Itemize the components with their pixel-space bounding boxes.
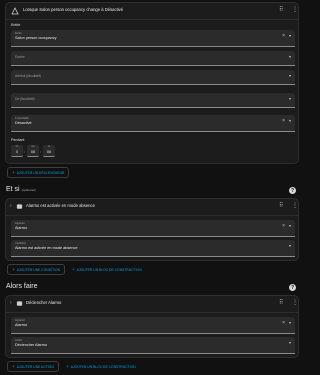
more-options-icon[interactable]: ⋮ xyxy=(292,299,298,307)
entity-select[interactable]: Entité Salon person occupancy × ▾ xyxy=(11,30,295,47)
trigger-card-divider xyxy=(6,19,298,20)
dropdown-arrow-icon[interactable]: ▾ xyxy=(289,243,291,248)
device-condition-icon xyxy=(15,202,24,211)
plus-icon: + xyxy=(66,364,69,369)
clear-icon[interactable]: × xyxy=(282,223,285,229)
actions-heading: Alors faire xyxy=(6,283,38,290)
device-field-value: Alarmo xyxy=(15,226,28,230)
attribute-select[interactable]: Attribut (facultatif) ▾ xyxy=(11,70,295,85)
duration-unit: ss xyxy=(47,146,51,148)
device-field-label: Appareil xyxy=(15,319,25,322)
to-select[interactable]: À (facultatif) Désactivé × ▾ xyxy=(11,115,295,132)
more-options-icon[interactable]: ⋮ xyxy=(292,6,298,14)
more-options-icon[interactable]: ⋮ xyxy=(292,202,298,210)
conditions-heading-suffix: (optionnel) xyxy=(21,188,36,192)
duration-value: 00 xyxy=(30,150,36,154)
condition-device-select[interactable]: Appareil Alarmo × ▾ xyxy=(11,220,295,237)
dropdown-arrow-icon[interactable]: ▾ xyxy=(289,340,291,345)
duration-unit: mm xyxy=(31,146,35,148)
entity-section-label: Entité xyxy=(11,23,21,27)
device-action-icon xyxy=(15,299,24,308)
add-trigger-button[interactable]: + AJOUTER UN DÉCLENCHEUR xyxy=(7,167,70,178)
trigger-card-title: Lorsque Salon person occupancy change à … xyxy=(23,7,124,12)
dropdown-arrow-icon[interactable]: ▾ xyxy=(289,223,291,228)
add-trigger-label: AJOUTER UN DÉCLENCHEUR xyxy=(16,170,65,175)
duration-hours-input[interactable]: hh 0 xyxy=(11,145,23,157)
add-condition-label: AJOUTER UNE CONDITION xyxy=(16,267,61,272)
duration-separator: : xyxy=(24,149,26,154)
de-select[interactable]: De (facultatif) ▾ xyxy=(11,93,295,108)
state-trigger-icon xyxy=(10,6,19,15)
expand-chevron-icon[interactable]: › xyxy=(10,203,12,209)
plus-icon: + xyxy=(12,267,15,272)
add-condition-button[interactable]: + AJOUTER UNE CONDITION xyxy=(7,264,66,275)
drag-handle-icon[interactable]: ⠿ xyxy=(279,202,283,209)
add-action-button[interactable]: + AJOUTER UNE ACTION xyxy=(7,361,59,372)
condition-card: › Alarmo est activée en mode absence ⠿ ⋮… xyxy=(5,198,299,261)
help-circle-icon[interactable]: ? xyxy=(289,284,296,291)
condition-field-value: Alarmo est activée en mode absence xyxy=(15,246,78,250)
condition-card-header[interactable]: › Alarmo est activée en mode absence ⠿ ⋮ xyxy=(6,199,298,215)
add-action-block-label: AJOUTER UN BLOC DE CONSTRUCTION xyxy=(70,364,136,369)
action-card: › Déclencher Alarmo ⠿ ⋮ Appareil Alarmo … xyxy=(5,295,299,358)
add-condition-block-label: AJOUTER UN BLOC DE CONSTRUCTION xyxy=(76,267,142,272)
plus-icon: + xyxy=(12,364,15,369)
plus-icon: + xyxy=(72,267,75,272)
condition-card-divider xyxy=(6,215,298,216)
entity-field-value: Salon person occupancy xyxy=(15,36,57,40)
drag-handle-icon[interactable]: ⠿ xyxy=(279,6,283,13)
entity-field-label: Entité xyxy=(15,32,22,35)
duration-seconds-input[interactable]: ss 00 xyxy=(43,145,55,157)
trigger-card: Lorsque Salon person occupancy change à … xyxy=(5,2,299,164)
action-device-select[interactable]: Appareil Alarmo × ▾ xyxy=(11,317,295,334)
conditions-heading-text: Et si xyxy=(6,186,20,193)
dropdown-arrow-icon[interactable]: ▾ xyxy=(289,96,291,101)
actions-heading-text: Alors faire xyxy=(6,283,38,290)
conditions-heading: Et si (optionnel) xyxy=(6,186,36,193)
duration-value: 00 xyxy=(46,150,52,154)
duration-label: Pendant xyxy=(11,138,25,142)
action-type-select[interactable]: Action Déclencher Alarmo ▾ xyxy=(11,337,295,354)
duration-unit: hh xyxy=(15,146,19,148)
duration-value: 0 xyxy=(15,150,19,154)
expand-chevron-icon[interactable]: › xyxy=(10,300,12,306)
from-select[interactable]: Entrée ▾ xyxy=(11,51,295,66)
help-circle-icon[interactable]: ? xyxy=(289,187,296,194)
de-field-placeholder: De (facultatif) xyxy=(15,97,35,101)
plus-icon: + xyxy=(12,170,15,175)
duration-minutes-input[interactable]: mm 00 xyxy=(27,145,39,157)
trigger-card-header[interactable]: Lorsque Salon person occupancy change à … xyxy=(6,3,298,19)
condition-field-label: Condition xyxy=(15,242,26,245)
clear-icon[interactable]: × xyxy=(282,320,285,326)
from-field-placeholder: Entrée xyxy=(15,55,25,59)
dropdown-arrow-icon[interactable]: ▾ xyxy=(289,118,291,123)
device-field-label: Appareil xyxy=(15,222,25,225)
dropdown-arrow-icon[interactable]: ▾ xyxy=(289,54,291,59)
condition-type-select[interactable]: Condition Alarmo est activée en mode abs… xyxy=(11,240,295,257)
condition-card-title: Alarmo est activée en mode absence xyxy=(26,203,95,208)
to-field-label: À (facultatif) xyxy=(15,117,29,120)
action-card-title: Déclencher Alarmo xyxy=(26,300,62,305)
action-card-header[interactable]: › Déclencher Alarmo ⠿ ⋮ xyxy=(6,296,298,312)
dropdown-arrow-icon[interactable]: ▾ xyxy=(289,33,291,38)
clear-icon[interactable]: × xyxy=(282,33,285,39)
dropdown-arrow-icon[interactable]: ▾ xyxy=(289,320,291,325)
action-field-value: Déclencher Alarmo xyxy=(15,343,48,347)
attribute-field-placeholder: Attribut (facultatif) xyxy=(15,74,41,78)
action-card-divider xyxy=(6,312,298,313)
clear-icon[interactable]: × xyxy=(282,118,285,124)
duration-separator: : xyxy=(40,149,42,154)
drag-handle-icon[interactable]: ⠿ xyxy=(279,299,283,306)
device-field-value: Alarmo xyxy=(15,323,28,327)
action-field-label: Action xyxy=(15,339,23,342)
add-action-block-button[interactable]: + AJOUTER UN BLOC DE CONSTRUCTION xyxy=(66,361,136,372)
add-action-label: AJOUTER UNE ACTION xyxy=(16,364,54,369)
to-field-value: Désactivé xyxy=(15,121,32,125)
dropdown-arrow-icon[interactable]: ▾ xyxy=(289,73,291,78)
add-condition-block-button[interactable]: + AJOUTER UN BLOC DE CONSTRUCTION xyxy=(72,264,142,275)
